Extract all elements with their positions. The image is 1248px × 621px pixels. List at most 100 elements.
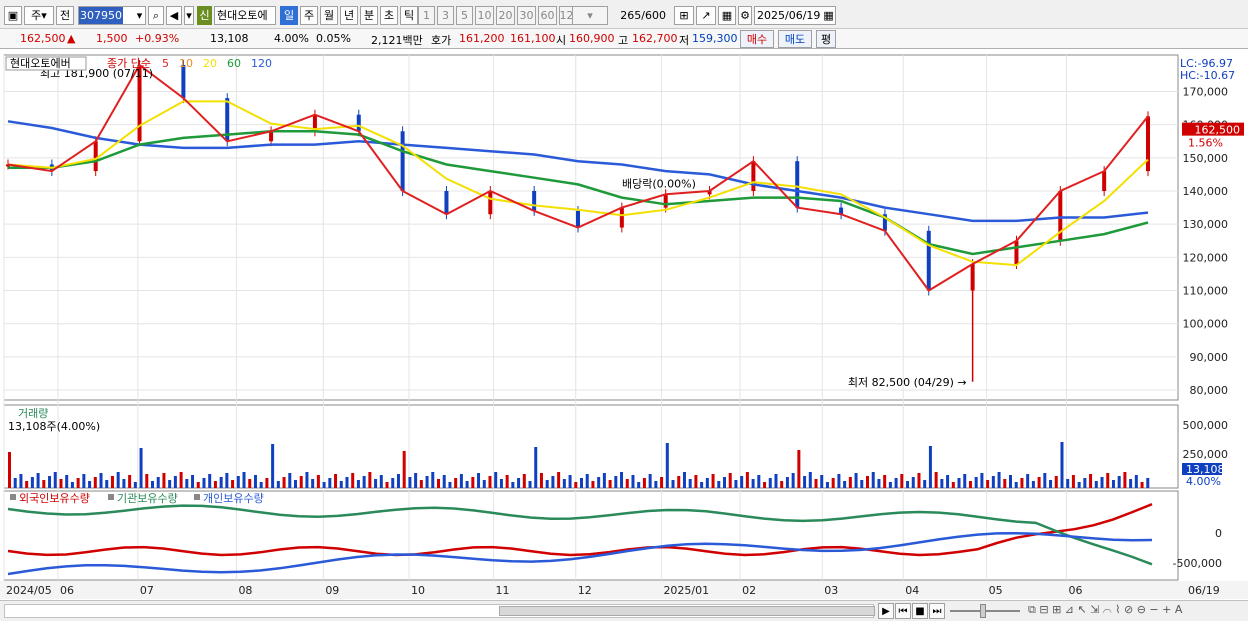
volume-bar bbox=[139, 448, 143, 488]
hc-label: HC:-10.67 bbox=[1180, 69, 1235, 82]
credit-badge: 신 bbox=[197, 6, 212, 25]
volume-bar bbox=[837, 474, 841, 488]
stock-name-field[interactable]: 현대오토에 bbox=[214, 6, 276, 25]
candle-body bbox=[1146, 116, 1150, 172]
indicator-settings-icon[interactable]: ⊞ bbox=[674, 6, 694, 25]
volume-bar bbox=[1083, 478, 1087, 488]
last-button[interactable]: ⏭ bbox=[929, 603, 945, 619]
price-tick-label: 130,000 bbox=[1183, 218, 1229, 231]
x-tick-label: 07 bbox=[140, 584, 154, 597]
interval-button-20[interactable]: 20 bbox=[496, 6, 515, 25]
scrollbar-thumb[interactable] bbox=[499, 606, 875, 616]
candle-body bbox=[269, 131, 274, 142]
volume-bar bbox=[482, 480, 486, 488]
period-button-1[interactable]: 주 bbox=[300, 6, 318, 25]
eval-button[interactable]: 평 bbox=[816, 30, 836, 48]
date-input[interactable]: 2025/06/19 ▦ bbox=[754, 6, 836, 25]
volume-bar bbox=[991, 476, 995, 488]
volume-bar bbox=[128, 475, 132, 488]
period-button-2[interactable]: 월 bbox=[320, 6, 338, 25]
speaker-dropdown-icon[interactable]: ▾ bbox=[184, 6, 194, 25]
volume-bar bbox=[551, 476, 555, 488]
price-panel-frame bbox=[3, 54, 1179, 401]
volume-bar bbox=[311, 479, 315, 488]
interval-button-3[interactable]: 3 bbox=[437, 6, 454, 25]
volume-bar bbox=[711, 474, 715, 488]
chart-title: 현대오토에버 bbox=[10, 57, 71, 70]
volume-bar bbox=[402, 451, 406, 488]
x-tick-label: 03 bbox=[824, 584, 838, 597]
volume-bar bbox=[539, 473, 543, 488]
interval-button-30[interactable]: 30 bbox=[517, 6, 536, 25]
interval-button-1[interactable]: 1 bbox=[418, 6, 435, 25]
volume-bar bbox=[671, 480, 675, 488]
chart-tool-icons[interactable]: ⧉ ⊟ ⊞ ⊿ ↖ ⇲ ⌒ ⌇ ⊘ ⊖ − + A bbox=[1028, 603, 1182, 617]
volume-bar bbox=[276, 481, 280, 488]
volume-bar bbox=[871, 472, 875, 488]
volume-bar bbox=[900, 474, 904, 488]
save-icon[interactable]: ▦ bbox=[718, 6, 736, 25]
stock-code-dropdown-icon[interactable]: ▾ bbox=[133, 6, 146, 25]
buy-button[interactable]: 매수 bbox=[740, 30, 774, 48]
search-icon[interactable]: ⌕ bbox=[148, 6, 164, 25]
volume-bar bbox=[437, 479, 440, 488]
volume-bar bbox=[151, 481, 154, 488]
volume-bar bbox=[88, 481, 92, 488]
count-dropdown[interactable]: ▾ bbox=[572, 6, 608, 25]
volume-current-label: 13,108주(4.00%) bbox=[8, 420, 100, 433]
volume-bar bbox=[677, 476, 681, 488]
calendar-icon[interactable]: ▦ bbox=[823, 7, 833, 24]
stock-chart[interactable]: 170,000160,000150,000140,000130,000120,0… bbox=[0, 50, 1248, 600]
holdings-legend-marker bbox=[108, 494, 114, 500]
gear-icon[interactable]: ⚙ bbox=[738, 6, 752, 25]
volume-bar bbox=[585, 474, 589, 488]
volume-bar bbox=[1031, 481, 1035, 488]
period-button-5[interactable]: 초 bbox=[380, 6, 398, 25]
volume-bar bbox=[700, 482, 704, 488]
x-tick-label: 05 bbox=[989, 584, 1003, 597]
x-tick-label: 02 bbox=[742, 584, 756, 597]
period-button-3[interactable]: 년 bbox=[340, 6, 358, 25]
candle-body bbox=[926, 230, 931, 291]
volume-bar bbox=[688, 479, 692, 488]
volume-bar bbox=[928, 446, 932, 488]
volume-bar bbox=[494, 472, 498, 488]
volume-bar bbox=[974, 477, 978, 488]
volume-bar bbox=[631, 475, 635, 488]
window-menu-icon[interactable]: ▣ bbox=[4, 6, 22, 25]
sell-button[interactable]: 매도 bbox=[778, 30, 812, 48]
volume-bar bbox=[288, 473, 292, 488]
ma-legend-120: 120 bbox=[251, 57, 272, 70]
volume-bar bbox=[282, 477, 286, 488]
ma-legend-label: 종가 단순 bbox=[107, 57, 151, 70]
prev-button[interactable]: 전 bbox=[56, 6, 74, 25]
volume-bar bbox=[1054, 476, 1058, 488]
volume-bar bbox=[648, 474, 652, 488]
speaker-icon[interactable]: ◀ bbox=[166, 6, 182, 25]
horizontal-scrollbar[interactable] bbox=[4, 604, 875, 618]
interval-button-5[interactable]: 5 bbox=[456, 6, 473, 25]
volume-bar bbox=[185, 479, 189, 488]
volume-bar bbox=[30, 477, 34, 488]
zoom-slider-handle[interactable] bbox=[980, 604, 986, 618]
interval-button-60[interactable]: 60 bbox=[538, 6, 557, 25]
period-button-0[interactable]: 일 bbox=[280, 6, 298, 25]
volume-bar bbox=[894, 478, 898, 488]
volume-bar bbox=[637, 482, 641, 488]
candle-body bbox=[356, 114, 361, 132]
first-button[interactable]: ⏮ bbox=[895, 603, 911, 619]
stop-button[interactable]: ■ bbox=[912, 603, 928, 619]
count-field[interactable]: 265/600 bbox=[612, 6, 668, 25]
volume-bar bbox=[602, 473, 606, 488]
interval-button-10[interactable]: 10 bbox=[475, 6, 494, 25]
volume-bar bbox=[785, 477, 789, 488]
period-type-select[interactable]: 주 ▾ bbox=[24, 6, 54, 25]
volume-bar bbox=[1134, 475, 1138, 488]
volume-bar bbox=[791, 473, 795, 488]
play-button[interactable]: ▶ bbox=[878, 603, 894, 619]
volume-bar bbox=[442, 475, 446, 488]
holdings-tick-label: 0 bbox=[1215, 527, 1222, 540]
period-button-6[interactable]: 틱 bbox=[400, 6, 418, 25]
period-button-4[interactable]: 분 bbox=[360, 6, 378, 25]
drawing-tool-icon[interactable]: ↗ bbox=[696, 6, 716, 25]
